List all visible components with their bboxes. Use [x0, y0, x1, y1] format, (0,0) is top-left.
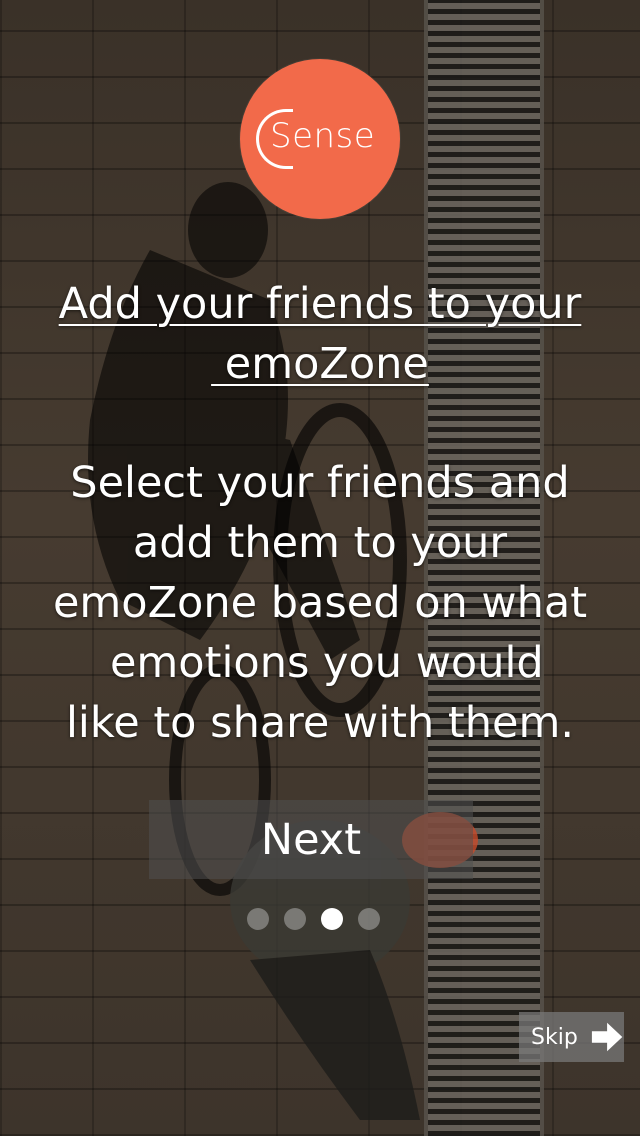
sense-logo: Sense: [240, 59, 400, 219]
onboarding-description: Select your friends and add them to your…: [30, 453, 610, 753]
description-line: add them to your: [132, 518, 508, 568]
description-line: emotions you would: [96, 638, 544, 688]
description-line: emoZone based on what: [52, 578, 588, 628]
skip-label: Skip: [531, 1024, 578, 1050]
logo-text: Sense: [270, 116, 376, 156]
page-indicator: [247, 908, 387, 932]
page-dot[interactable]: [247, 908, 269, 930]
skip-button[interactable]: Skip: [519, 1012, 624, 1062]
title-line-1: Add your friends to your: [58, 279, 582, 329]
arrow-right-icon: [591, 1022, 623, 1052]
onboarding-title: Add your friends to your emoZone: [40, 274, 600, 394]
page-dot-active[interactable]: [321, 908, 343, 930]
description-line: Select your friends and: [70, 458, 570, 508]
page-dot[interactable]: [284, 908, 306, 930]
description-line: like to share with them.: [65, 698, 575, 748]
title-line-2: emoZone: [211, 339, 429, 389]
next-button[interactable]: Next: [149, 800, 473, 879]
page-dot[interactable]: [358, 908, 380, 930]
